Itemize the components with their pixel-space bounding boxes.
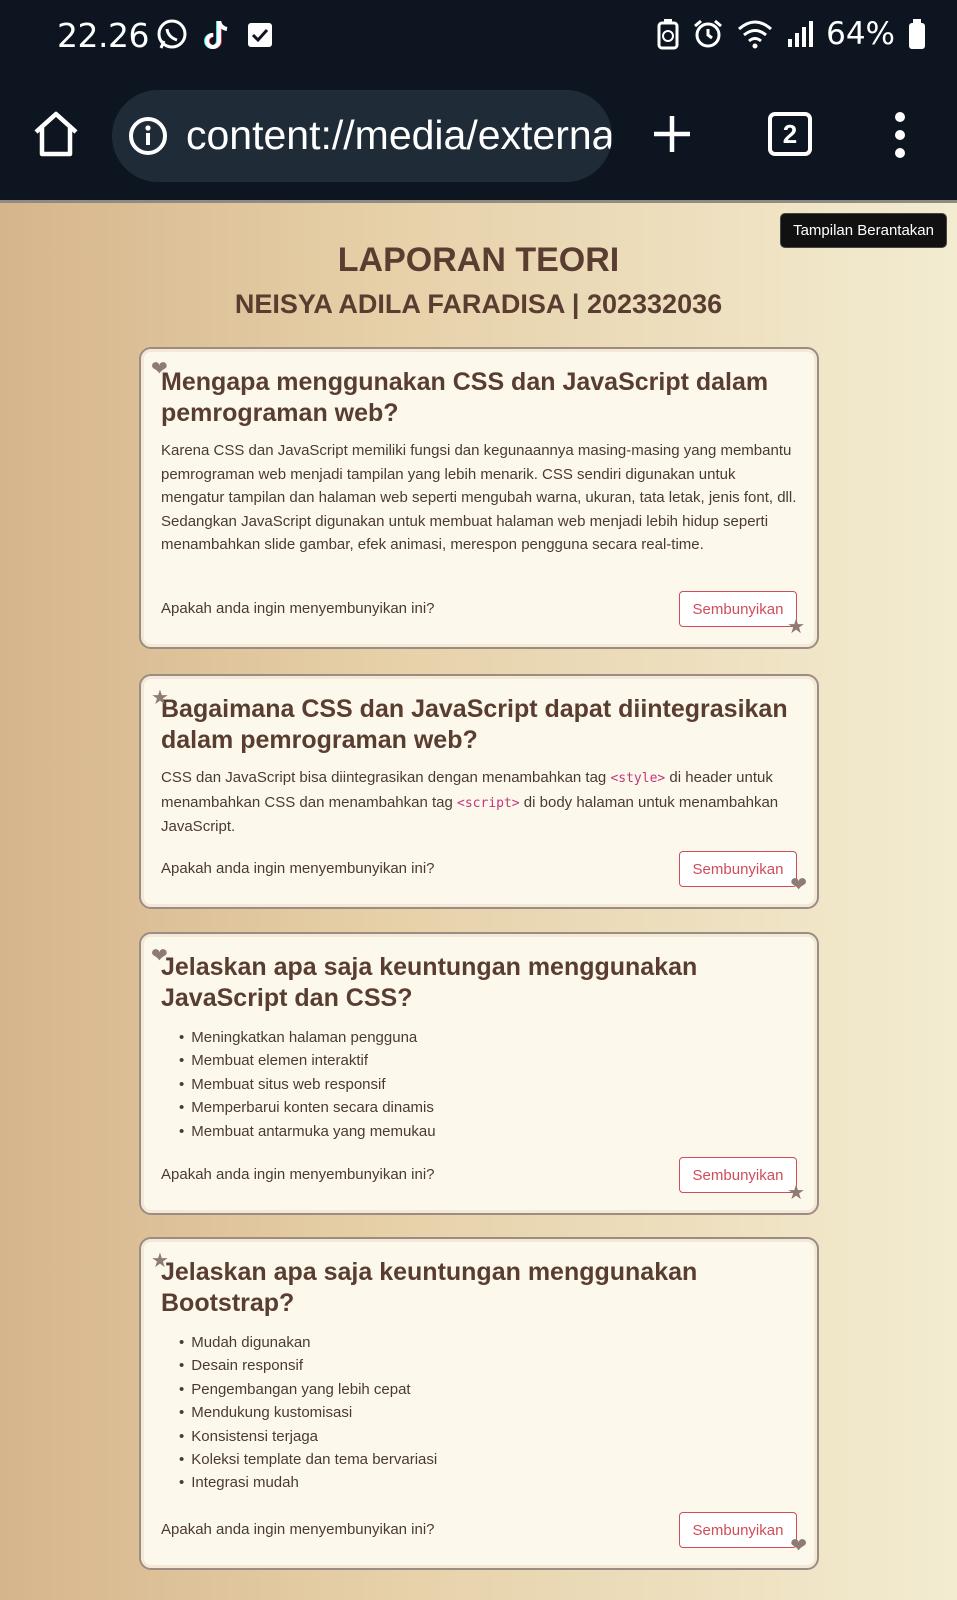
browser-toolbar: content://media/external 2 <box>0 72 957 200</box>
battery-icon <box>909 19 925 49</box>
web-page: Tampilan Berantakan LAPORAN TEORI NEISYA… <box>0 200 957 1600</box>
star-icon: ★ <box>151 687 169 709</box>
hide-button[interactable]: Sembunyikan <box>679 851 797 887</box>
whatsapp-icon <box>157 19 187 49</box>
page-title: LAPORAN TEORI <box>337 241 620 279</box>
card-question: Jelaskan apa saja keuntungan menggunakan… <box>161 953 698 1012</box>
checkbox-icon <box>248 23 272 47</box>
alarm-icon <box>694 19 723 48</box>
style-tag-code: <style> <box>610 771 666 786</box>
star-icon: ★ <box>787 616 805 638</box>
address-bar[interactable]: content://media/external <box>112 90 612 182</box>
signal-icon <box>788 21 814 47</box>
heart-icon: ❤ <box>151 358 168 380</box>
card-css-js-integration: ★ Bagaimana CSS dan JavaScript dapat dii… <box>139 674 819 909</box>
heart-icon: ❤ <box>151 945 168 967</box>
advantages-list: Mudah digunakan Desain responsif Pengemb… <box>179 1331 797 1495</box>
status-bar: 22.26 64% <box>0 0 957 72</box>
list-item: Mendukung kustomisasi <box>179 1401 797 1424</box>
card-answer: CSS dan JavaScript bisa diintegrasikan d… <box>161 766 797 839</box>
more-menu-icon[interactable] <box>888 110 912 160</box>
home-icon[interactable] <box>30 108 82 160</box>
tab-switcher-button[interactable]: 2 <box>768 112 812 156</box>
new-tab-icon[interactable] <box>648 110 696 158</box>
card-question: Bagaimana CSS dan JavaScript dapat diint… <box>161 695 788 754</box>
card-answer: Karena CSS dan JavaScript memiliki fungs… <box>161 442 797 553</box>
card-css-js-why: ❤ Mengapa menggunakan CSS dan JavaScript… <box>139 347 819 649</box>
list-item: Pengembangan yang lebih cepat <box>179 1378 797 1401</box>
heart-icon: ❤ <box>790 874 807 896</box>
list-item: Koleksi template dan tema bervariasi <box>179 1448 797 1471</box>
star-icon: ★ <box>787 1182 805 1204</box>
script-tag-code: <script> <box>457 795 520 811</box>
hide-button[interactable]: Sembunyikan <box>679 1157 797 1193</box>
card-js-css-advantages: ❤ Jelaskan apa saja keuntungan menggunak… <box>139 932 819 1215</box>
info-icon[interactable] <box>128 116 168 156</box>
card-bootstrap-advantages: ★ Jelaskan apa saja keuntungan menggunak… <box>139 1237 819 1570</box>
list-item: Desain responsif <box>179 1354 797 1377</box>
list-item: Integrasi mudah <box>179 1471 797 1494</box>
heart-icon: ❤ <box>790 1535 807 1557</box>
hide-prompt: Apakah anda ingin menyembunyikan ini? <box>161 1166 435 1183</box>
hide-button[interactable]: Sembunyikan <box>679 591 797 627</box>
hide-prompt: Apakah anda ingin menyembunyikan ini? <box>161 860 435 877</box>
star-icon: ★ <box>151 1250 169 1272</box>
status-time: 22.26 <box>57 16 149 55</box>
list-item: Memperbarui konten secara dinamis <box>179 1096 797 1119</box>
hide-prompt: Apakah anda ingin menyembunyikan ini? <box>161 600 435 617</box>
advantages-list: Meningkatkan halaman pengguna Membuat el… <box>179 1026 797 1143</box>
hide-prompt: Apakah anda ingin menyembunyikan ini? <box>161 1521 435 1538</box>
card-question: Mengapa menggunakan CSS dan JavaScript d… <box>161 368 769 427</box>
list-item: Mudah digunakan <box>179 1331 797 1354</box>
battery-percentage: 64% <box>826 16 895 52</box>
page-subtitle: NEISYA ADILA FARADISA | 202332036 <box>234 289 723 319</box>
list-item: Membuat situs web responsif <box>179 1073 797 1096</box>
card-question: Jelaskan apa saja keuntungan menggunakan… <box>161 1258 698 1317</box>
battery-saver-icon <box>657 19 679 50</box>
hide-button[interactable]: Sembunyikan <box>679 1512 797 1548</box>
wifi-icon <box>738 20 773 49</box>
tiktok-icon <box>204 21 228 49</box>
list-item: Meningkatkan halaman pengguna <box>179 1026 797 1049</box>
list-item: Membuat elemen interaktif <box>179 1049 797 1072</box>
list-item: Konsistensi terjaga <box>179 1425 797 1448</box>
list-item: Membuat antarmuka yang memukau <box>179 1120 797 1143</box>
url-text[interactable]: content://media/external <box>186 112 612 159</box>
answer-text: CSS dan JavaScript bisa diintegrasikan d… <box>161 769 611 786</box>
